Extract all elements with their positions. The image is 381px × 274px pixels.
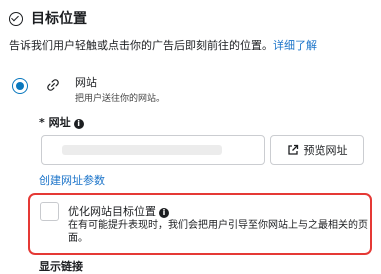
preview-url-label: 预览网址: [303, 144, 348, 157]
section-description: 告诉我们用户轻触或点击你的广告后即刻前往的位置。详细了解: [9, 37, 317, 53]
optimize-description: 在有可能提升表现时，我们会把用户引导至你网站上与之最相关的页面。: [68, 220, 368, 244]
optimize-title-text: 优化网站目标位置: [68, 205, 156, 218]
url-label-text: * 网址: [39, 116, 71, 129]
url-value-redacted: [62, 145, 222, 155]
optimize-checkbox[interactable]: [40, 202, 59, 221]
create-url-params-link[interactable]: 创建网址参数: [39, 172, 105, 188]
url-label: * 网址 i: [39, 114, 84, 130]
display-link-label: 显示链接: [39, 260, 83, 273]
preview-url-button[interactable]: 预览网址: [270, 135, 364, 165]
section-title: 目标位置: [31, 11, 87, 27]
link-icon: [47, 79, 59, 91]
info-icon[interactable]: i: [73, 119, 84, 129]
check-circle-icon: [9, 12, 23, 26]
website-option-title: 网站: [75, 76, 97, 89]
website-option-subtitle: 把用户送往你的网站。: [75, 94, 166, 104]
description-text: 告诉我们用户轻触或点击你的广告后即刻前往的位置。: [9, 39, 273, 52]
info-icon[interactable]: i: [159, 208, 169, 218]
external-link-icon: [287, 144, 298, 155]
learn-more-link[interactable]: 详细了解: [273, 39, 317, 52]
optimize-title: 优化网站目标位置 i: [68, 203, 169, 219]
website-radio[interactable]: [12, 78, 28, 94]
